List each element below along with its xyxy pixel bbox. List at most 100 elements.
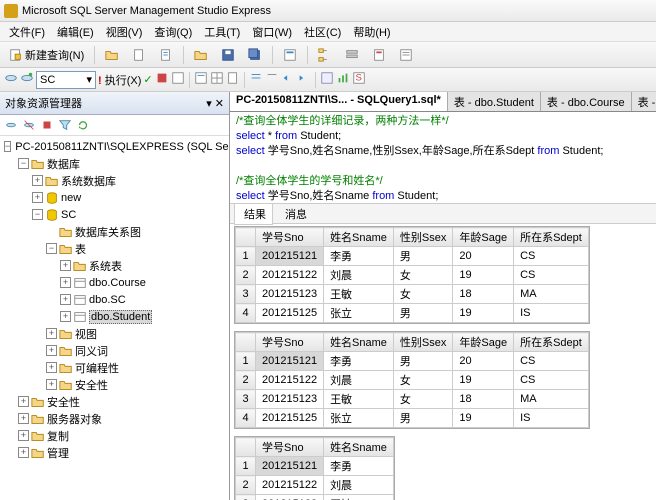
results-grid-button[interactable]	[210, 71, 224, 88]
tree-security[interactable]: +安全性	[2, 393, 227, 410]
connect-icon[interactable]	[4, 118, 18, 132]
table-row: 1201215121李勇	[236, 457, 394, 476]
panel-dropdown-icon[interactable]: ▾ ✕	[206, 97, 224, 110]
tree-systables[interactable]: +系统表	[2, 257, 227, 274]
tab-query[interactable]: PC-20150811ZNTI\S... - SQLQuery1.sql*	[230, 92, 448, 111]
result-grid-3[interactable]: 学号Sno姓名Sname 1201215121李勇 2201215122刘晨 3…	[234, 436, 395, 500]
parse-button[interactable]: ✓	[143, 73, 152, 86]
tab-sc[interactable]: 表 - dbo.SC	[632, 92, 656, 111]
summary-button[interactable]	[394, 45, 418, 65]
outdent-button[interactable]	[297, 71, 311, 88]
comment-button[interactable]	[249, 71, 263, 88]
tree-replication[interactable]: +复制	[2, 427, 227, 444]
stop-icon[interactable]	[40, 118, 54, 132]
plan-icon	[171, 71, 185, 85]
refresh-icon[interactable]	[76, 118, 90, 132]
execute-icon: !	[98, 75, 102, 87]
save-button[interactable]	[216, 45, 240, 65]
indent-button[interactable]	[281, 71, 295, 88]
include-stats-button[interactable]	[336, 71, 350, 88]
file-button[interactable]	[127, 45, 151, 65]
sql-editor[interactable]: /*查询全体学生的详细记录，两种方法一样*/ select * from Stu…	[230, 112, 656, 204]
tree[interactable]: −PC-20150811ZNTI\SQLEXPRESS (SQL Ser −数据…	[0, 136, 229, 500]
check-icon: ✓	[143, 74, 152, 86]
registered-servers-button[interactable]	[340, 45, 364, 65]
execute-button[interactable]: ! 执行(X)	[98, 72, 141, 88]
cancel-button[interactable]	[155, 71, 169, 88]
script-icon	[159, 48, 173, 62]
tree-table-sc[interactable]: +dbo.SC	[2, 291, 227, 308]
values-icon	[320, 71, 334, 85]
results-tab[interactable]: 结果	[234, 203, 273, 225]
tree-db-sc[interactable]: −SC	[2, 206, 227, 223]
uncomment-button[interactable]	[265, 71, 279, 88]
table-row: 4201215125张立男19IS	[236, 304, 589, 323]
file-icon	[132, 48, 146, 62]
tab-student[interactable]: 表 - dbo.Student	[448, 92, 541, 111]
database-combo[interactable]: SC▾	[36, 71, 96, 89]
tree-security-inner[interactable]: +安全性	[2, 376, 227, 393]
tree-diagrams[interactable]: 数据库关系图	[2, 223, 227, 240]
specify-values-button[interactable]	[320, 71, 334, 88]
tree-tables[interactable]: −表	[2, 240, 227, 257]
messages-tab[interactable]: 消息	[275, 203, 314, 225]
indent-icon	[281, 71, 295, 85]
result-grid-1[interactable]: 学号Sno姓名Sname性别Ssex年龄Sage所在系Sdept 1201215…	[234, 226, 590, 324]
menu-edit[interactable]: 编辑(E)	[52, 23, 99, 41]
tree-management[interactable]: +管理	[2, 444, 227, 461]
template-button[interactable]	[367, 45, 391, 65]
connect-icon	[4, 71, 18, 85]
new-query-button[interactable]: 新建查询(N)	[4, 44, 89, 66]
menu-view[interactable]: 视图(V)	[101, 23, 148, 41]
object-explorer-toolbar	[0, 115, 229, 136]
filter-icon[interactable]	[58, 118, 72, 132]
result-grid-2[interactable]: 学号Sno姓名Sname性别Ssex年龄Sage所在系Sdept 1201215…	[234, 331, 590, 429]
grid-icon	[210, 71, 224, 85]
tree-programmability[interactable]: +可编程性	[2, 359, 227, 376]
tree-databases[interactable]: −数据库	[2, 155, 227, 172]
title-bar: Microsoft SQL Server Management Studio E…	[0, 0, 656, 22]
results-file-button[interactable]	[226, 71, 240, 88]
document-tabs: PC-20150811ZNTI\S... - SQLQuery1.sql* 表 …	[230, 92, 656, 112]
tab-course[interactable]: 表 - dbo.Course	[541, 92, 632, 111]
table-row: 3201215123王敏女18MA	[236, 390, 589, 409]
connect-button[interactable]	[4, 71, 18, 88]
object-explorer-button[interactable]	[313, 45, 337, 65]
tree-db-new[interactable]: +new	[2, 189, 227, 206]
servers-icon	[345, 48, 359, 62]
outdent-icon	[297, 71, 311, 85]
tree-table-course[interactable]: +dbo.Course	[2, 274, 227, 291]
table-row: 3201215123王敏女18MA	[236, 285, 589, 304]
menu-query[interactable]: 查询(Q)	[149, 23, 197, 41]
tree-sysdb[interactable]: +系统数据库	[2, 172, 227, 189]
app-title: Microsoft SQL Server Management Studio E…	[22, 5, 271, 17]
summary-icon	[399, 48, 413, 62]
sql-cmd-button[interactable]: S	[352, 71, 366, 88]
menu-tools[interactable]: 工具(T)	[199, 23, 245, 41]
tree-views[interactable]: +视图	[2, 325, 227, 342]
menu-window[interactable]: 窗口(W)	[247, 23, 297, 41]
display-plan-button[interactable]	[171, 71, 185, 88]
menu-file[interactable]: 文件(F)	[4, 23, 50, 41]
svg-text:S: S	[355, 73, 361, 84]
menu-community[interactable]: 社区(C)	[299, 23, 346, 41]
change-connection-button[interactable]	[20, 71, 34, 88]
menu-help[interactable]: 帮助(H)	[348, 23, 395, 41]
script-button[interactable]	[154, 45, 178, 65]
disconnect-icon[interactable]	[22, 118, 36, 132]
results-text-button[interactable]	[194, 71, 208, 88]
open-file-button[interactable]	[189, 45, 213, 65]
results-pane[interactable]: 学号Sno姓名Sname性别Ssex年龄Sage所在系Sdept 1201215…	[230, 224, 656, 500]
save-all-button[interactable]	[243, 45, 267, 65]
tree-server-objects[interactable]: +服务器对象	[2, 410, 227, 427]
tree-table-student[interactable]: +dbo.Student	[2, 308, 227, 325]
stop-icon	[155, 71, 169, 85]
folder-icon	[194, 48, 208, 62]
tree-server[interactable]: −PC-20150811ZNTI\SQLEXPRESS (SQL Ser	[2, 138, 227, 155]
object-explorer: 对象资源管理器 ▾ ✕ −PC-20150811ZNTI\SQLEXPRESS …	[0, 92, 230, 500]
properties-button[interactable]	[278, 45, 302, 65]
object-explorer-header: 对象资源管理器 ▾ ✕	[0, 92, 229, 115]
open-button[interactable]	[100, 45, 124, 65]
tree-synonyms[interactable]: +同义词	[2, 342, 227, 359]
template-icon	[372, 48, 386, 62]
